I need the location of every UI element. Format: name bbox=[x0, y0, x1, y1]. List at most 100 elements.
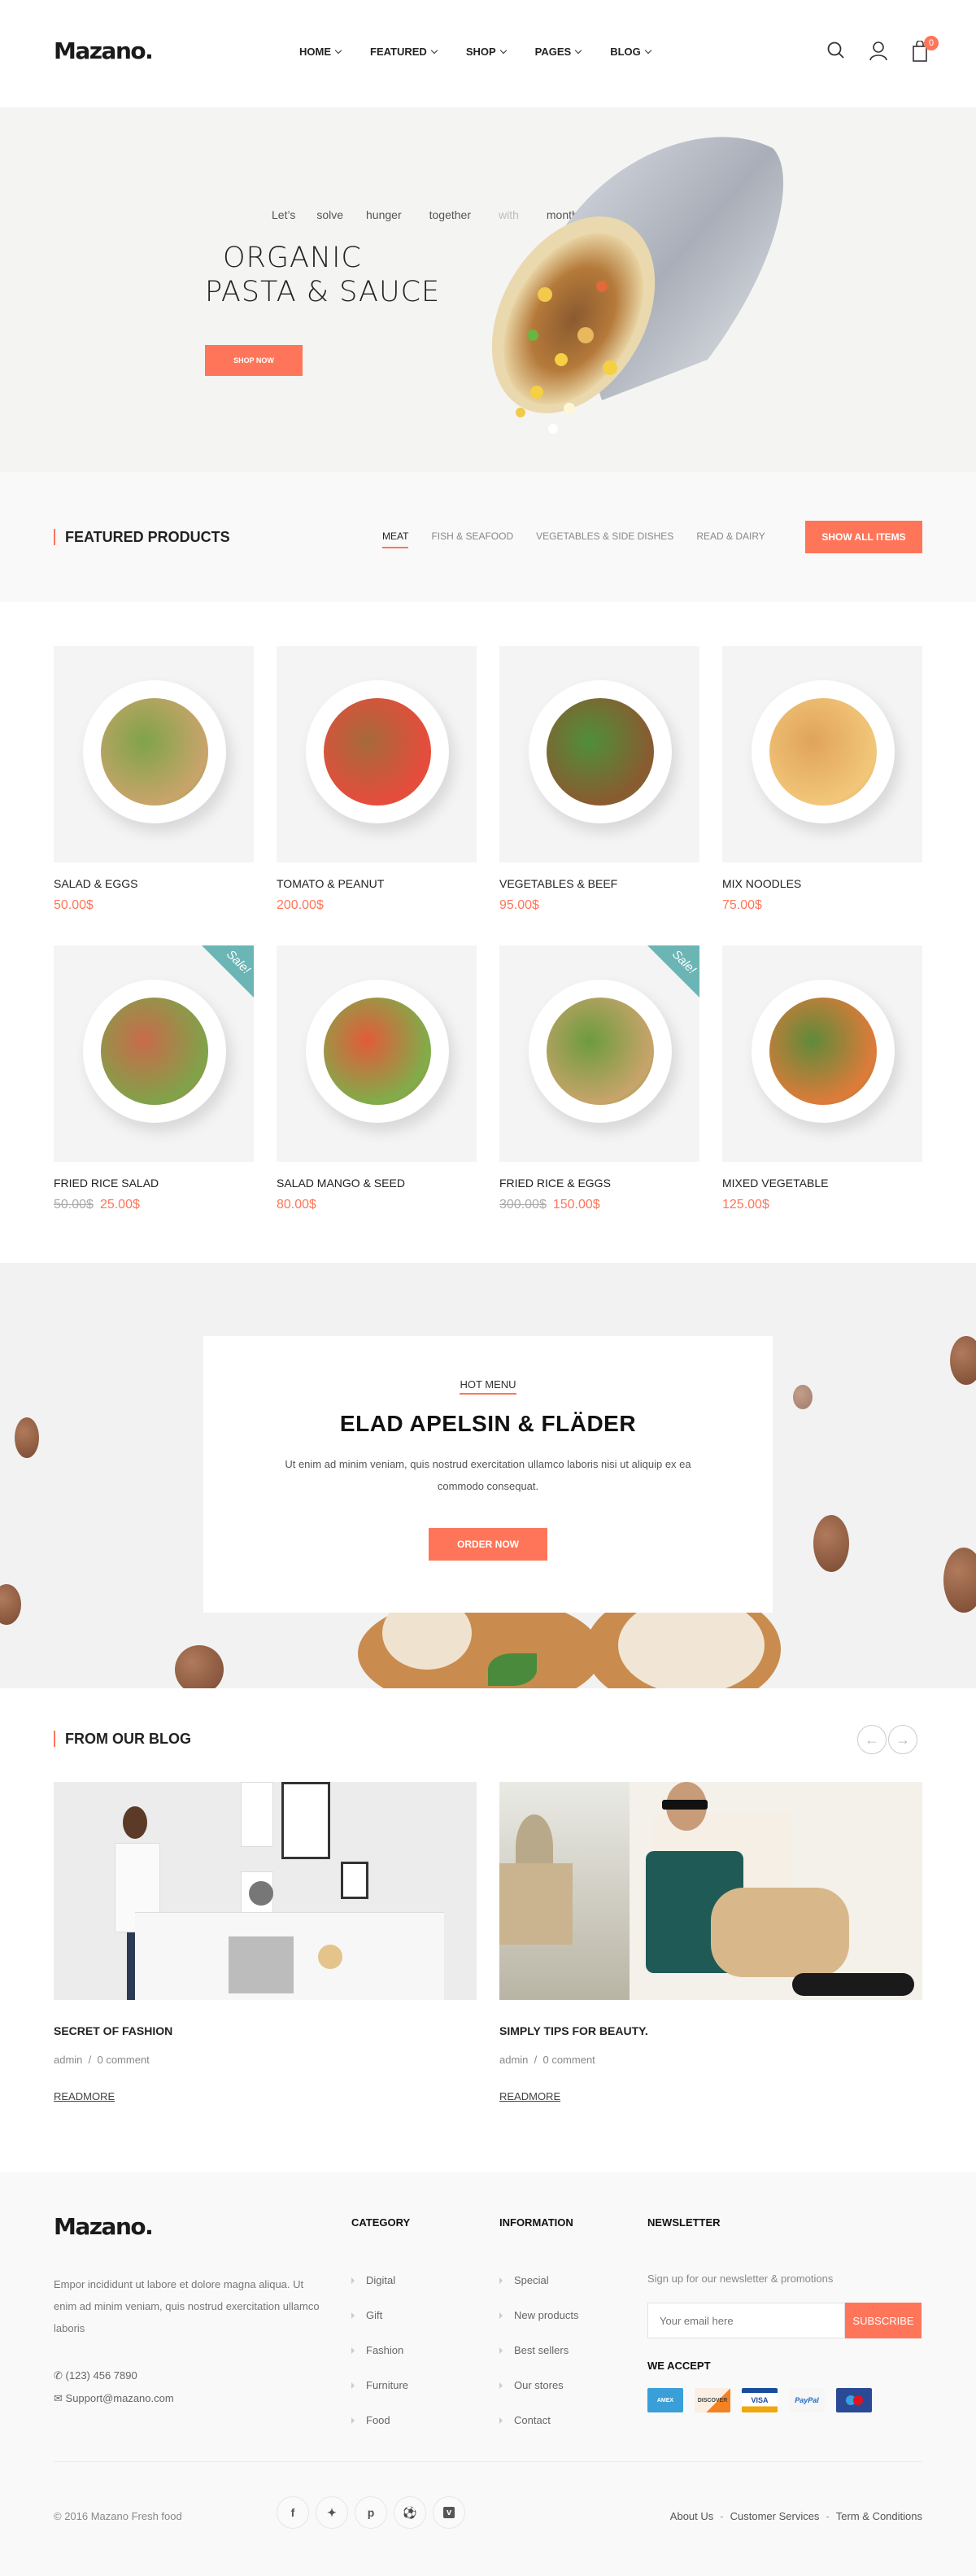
blog-image-fashion[interactable] bbox=[54, 1782, 477, 2000]
footer-link[interactable]: Food bbox=[351, 2403, 410, 2438]
product-image[interactable] bbox=[54, 646, 254, 862]
email-address[interactable]: Support@mazano.com bbox=[66, 2392, 174, 2404]
cart-button[interactable]: 0 bbox=[911, 36, 939, 62]
footer-link[interactable]: Contact bbox=[499, 2403, 578, 2438]
tab-read-dairy[interactable]: READ & DAIRY bbox=[696, 530, 765, 548]
comment-count[interactable]: 0 comment bbox=[97, 2054, 149, 2066]
product-price: 95.00$ bbox=[499, 898, 699, 913]
subscribe-button[interactable]: SUBSCRIBE bbox=[845, 2303, 922, 2338]
phone-icon: ✆ bbox=[54, 2369, 63, 2382]
blog-post-title[interactable]: SECRET OF FASHION bbox=[54, 2024, 477, 2037]
tab-fish-seafood[interactable]: FISH & SEAFOOD bbox=[431, 530, 513, 548]
account-button[interactable] bbox=[869, 41, 888, 62]
nav-pages[interactable]: PAGES bbox=[535, 46, 582, 58]
tab-vegetables-side-dishes[interactable]: VEGETABLES & SIDE DISHES bbox=[536, 530, 673, 548]
product-image[interactable]: Sale! bbox=[54, 945, 254, 1162]
hero-title-line2: PASTA & SAUCE bbox=[205, 276, 441, 308]
chevron-down-icon bbox=[334, 46, 342, 54]
pinterest-button[interactable]: p bbox=[355, 2496, 387, 2529]
product-card: TOMATO & PEANUT 200.00$ bbox=[277, 646, 477, 913]
newsletter-email-input[interactable] bbox=[647, 2303, 845, 2338]
newsletter-text: Sign up for our newsletter & promotions bbox=[647, 2273, 834, 2285]
food bbox=[101, 998, 208, 1105]
footer-link[interactable]: Gift bbox=[351, 2298, 410, 2333]
author[interactable]: admin bbox=[54, 2054, 82, 2066]
product-image[interactable] bbox=[277, 646, 477, 862]
product-name[interactable]: SALAD & EGGS bbox=[54, 877, 254, 890]
show-all-items-button[interactable]: SHOW ALL ITEMS bbox=[805, 521, 922, 553]
blog-post-title[interactable]: SIMPLY TIPS FOR BEAUTY. bbox=[499, 2024, 922, 2037]
chevron-down-icon bbox=[644, 46, 652, 54]
product-image[interactable] bbox=[277, 945, 477, 1162]
product-image[interactable]: Sale! bbox=[499, 945, 699, 1162]
product-card: SALAD & EGGS 50.00$ bbox=[54, 646, 254, 913]
product-name[interactable]: FRIED RICE & EGGS bbox=[499, 1177, 699, 1190]
paypal-icon: PayPal bbox=[789, 2388, 825, 2412]
terms-conditions-link[interactable]: Term & Conditions bbox=[836, 2510, 922, 2522]
old-price: 50.00$ bbox=[54, 1198, 94, 1212]
footer-link[interactable]: Best sellers bbox=[499, 2333, 578, 2368]
footer-link[interactable]: Fashion bbox=[351, 2333, 410, 2368]
food bbox=[547, 998, 654, 1105]
vimeo-button[interactable]: v bbox=[433, 2496, 465, 2529]
customer-services-link[interactable]: Customer Services bbox=[730, 2510, 820, 2522]
footer-about: Empor incididunt ut labore et dolore mag… bbox=[54, 2278, 320, 2334]
product-name[interactable]: VEGETABLES & BEEF bbox=[499, 877, 699, 890]
nav-home[interactable]: HOME bbox=[299, 46, 342, 58]
food bbox=[324, 698, 431, 806]
nav-label: SHOP bbox=[465, 46, 496, 58]
logo[interactable]: Mazano. bbox=[54, 37, 154, 64]
order-now-button[interactable]: ORDER NOW bbox=[429, 1528, 547, 1561]
product-name[interactable]: MIXED VEGETABLE bbox=[722, 1177, 922, 1190]
nav-shop[interactable]: SHOP bbox=[465, 46, 507, 58]
food bbox=[769, 998, 877, 1105]
prev-arrow-button[interactable]: ← bbox=[857, 1725, 887, 1754]
next-arrow-button[interactable]: → bbox=[888, 1725, 917, 1754]
pinterest-icon: p bbox=[367, 2506, 375, 2519]
footer-link[interactable]: Furniture bbox=[351, 2368, 410, 2403]
about-us-link[interactable]: About Us bbox=[670, 2510, 713, 2522]
frame-decoration bbox=[249, 1881, 273, 1906]
readmore-link[interactable]: READMORE bbox=[499, 2090, 560, 2102]
old-price: 300.00$ bbox=[499, 1198, 547, 1212]
product-name[interactable]: TOMATO & PEANUT bbox=[277, 877, 477, 890]
tab-meat[interactable]: MEAT bbox=[382, 530, 409, 548]
product-image[interactable] bbox=[499, 646, 699, 862]
footer-link[interactable]: Special bbox=[499, 2263, 578, 2298]
header-actions: 0 bbox=[826, 36, 939, 62]
footer-logo[interactable]: Mazano. bbox=[54, 2213, 154, 2240]
hot-menu-description: Ut enim ad minim veniam, quis nostrud ex… bbox=[285, 1458, 691, 1492]
food bbox=[101, 698, 208, 806]
pillow bbox=[229, 1936, 294, 1993]
product-card: Sale! FRIED RICE & EGGS 300.00$ 150.00$ bbox=[499, 945, 699, 1212]
featured-products-header: FEATURED PRODUCTS MEAT FISH & SEAFOOD VE… bbox=[0, 472, 976, 602]
product-name[interactable]: FRIED RICE SALAD bbox=[54, 1177, 254, 1190]
envelope-icon: ✉ bbox=[54, 2392, 63, 2404]
product-price: 200.00$ bbox=[277, 898, 477, 913]
facebook-button[interactable]: f bbox=[277, 2496, 309, 2529]
product-image[interactable] bbox=[722, 945, 922, 1162]
vimeo-icon: v bbox=[442, 2507, 455, 2518]
dribbble-button[interactable]: ⚽ bbox=[394, 2496, 426, 2529]
separator: - bbox=[720, 2510, 724, 2522]
footer-link[interactable]: Our stores bbox=[499, 2368, 578, 2403]
product-card: MIXED VEGETABLE 125.00$ bbox=[722, 945, 922, 1212]
nav-label: FEATURED bbox=[370, 46, 427, 58]
twitter-button[interactable]: ✦ bbox=[316, 2496, 348, 2529]
product-image[interactable] bbox=[722, 646, 922, 862]
comment-count[interactable]: 0 comment bbox=[542, 2054, 595, 2066]
nav-label: PAGES bbox=[534, 46, 572, 58]
search-button[interactable] bbox=[826, 41, 846, 62]
readmore-link[interactable]: READMORE bbox=[54, 2090, 115, 2102]
product-name[interactable]: SALAD MANGO & SEED bbox=[277, 1177, 477, 1190]
footer-link[interactable]: Digital bbox=[351, 2263, 410, 2298]
shop-now-button[interactable]: SHOP NOW bbox=[205, 345, 303, 376]
footer-link[interactable]: New products bbox=[499, 2298, 578, 2333]
product-name[interactable]: MIX NOODLES bbox=[722, 877, 922, 890]
blog-image-beauty[interactable] bbox=[499, 1782, 922, 2000]
nav-featured[interactable]: FEATURED bbox=[370, 46, 438, 58]
email-row: ✉ Support@mazano.com bbox=[54, 2387, 174, 2410]
nav-blog[interactable]: BLOG bbox=[610, 46, 652, 58]
author[interactable]: admin bbox=[499, 2054, 528, 2066]
maestro-icon bbox=[836, 2388, 872, 2412]
